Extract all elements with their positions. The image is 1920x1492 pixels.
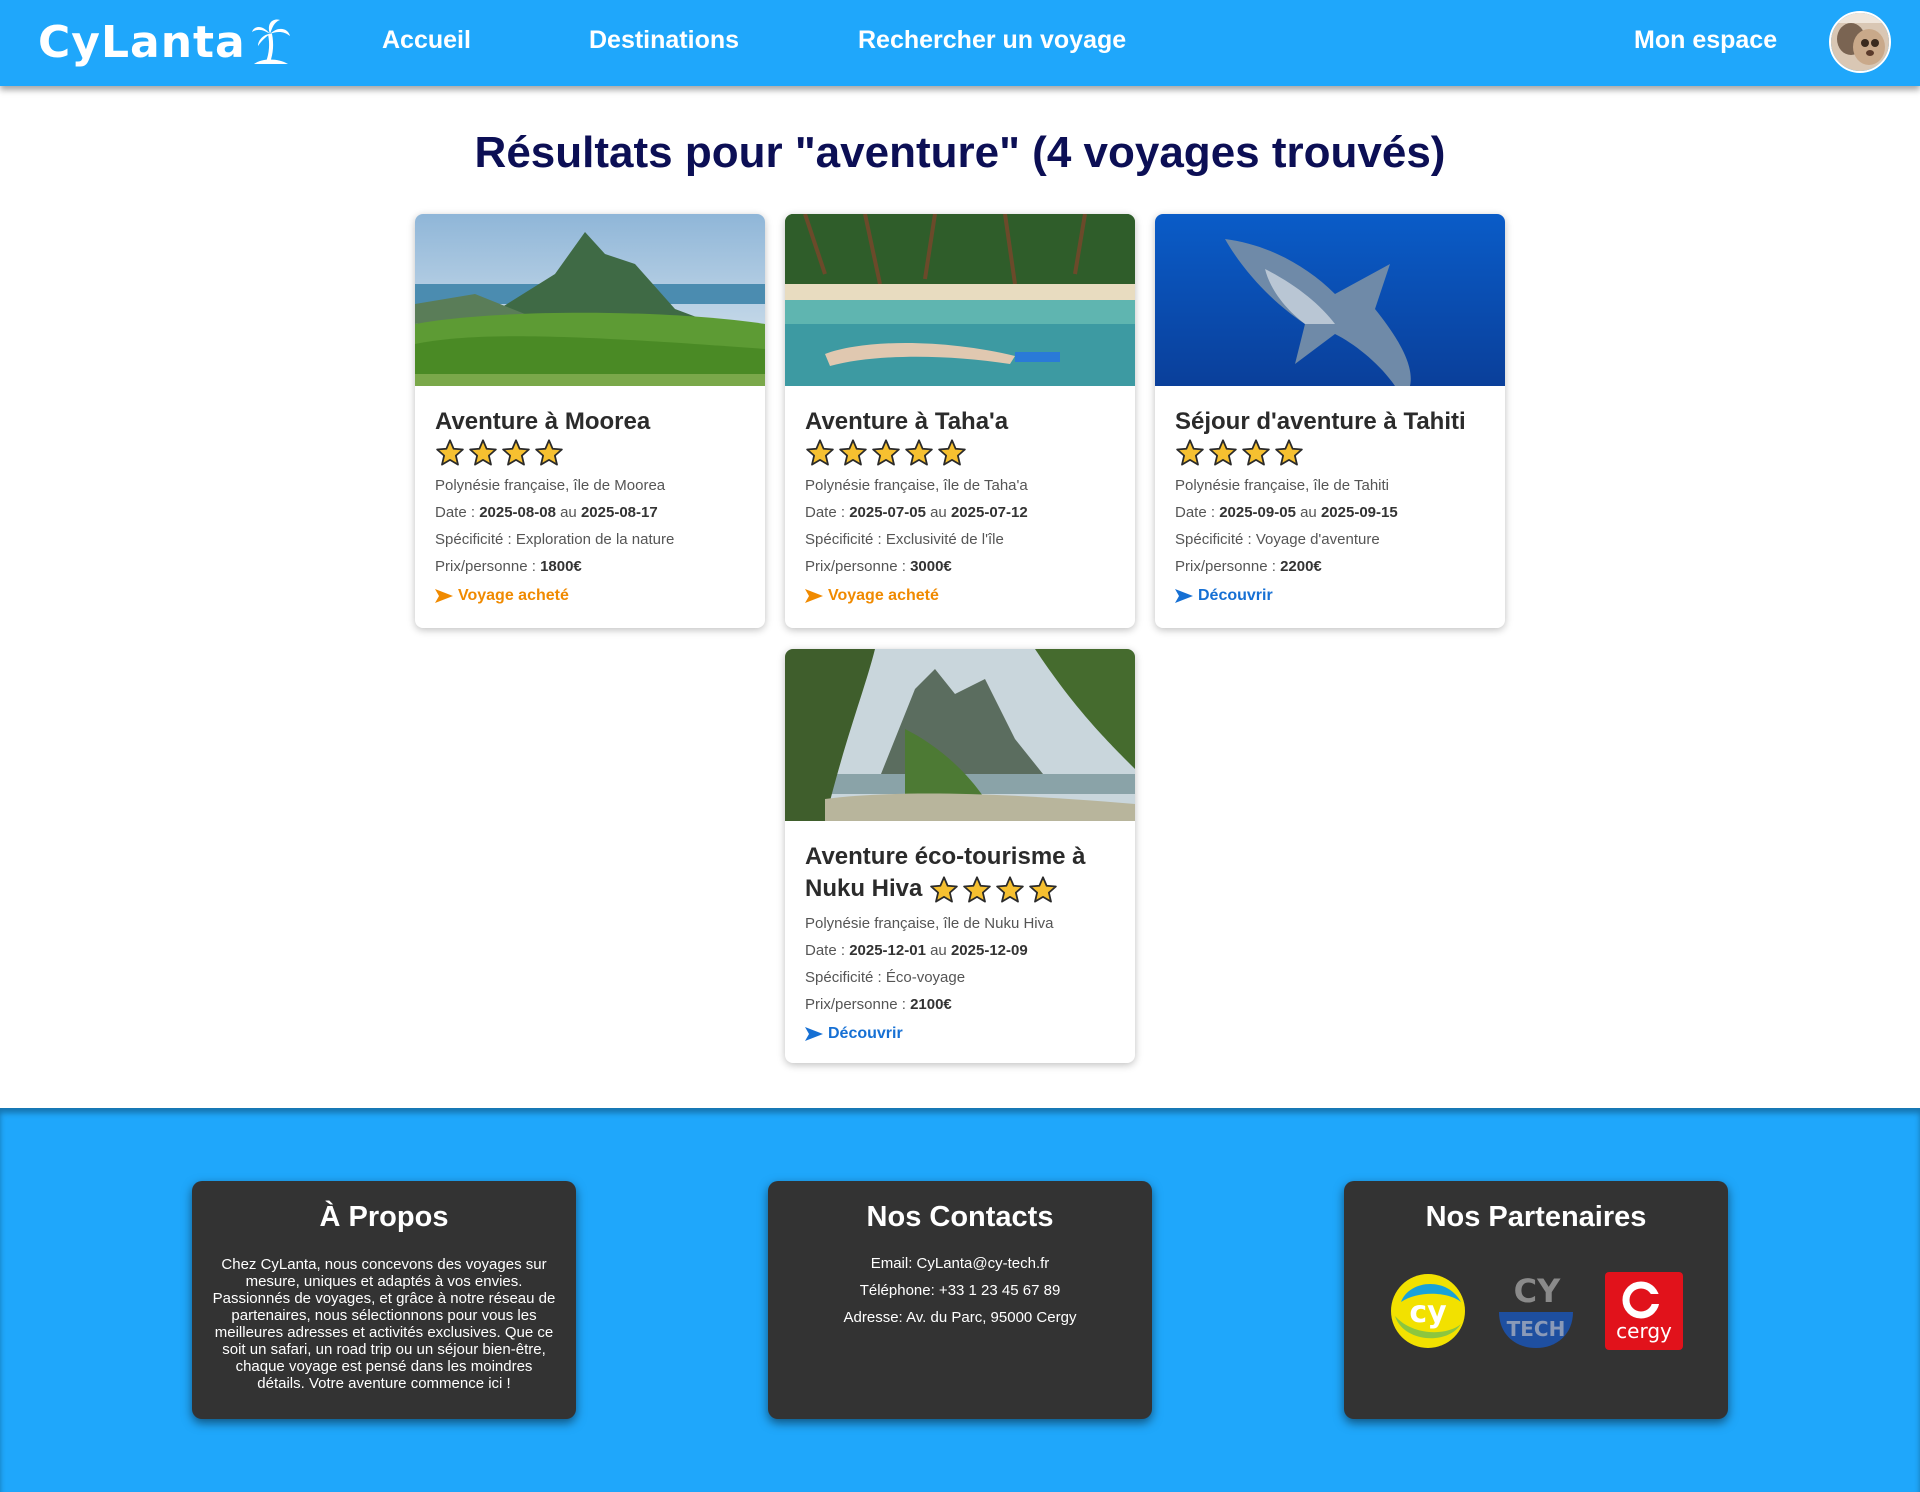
arrow-right-icon bbox=[805, 589, 823, 603]
partners-box: Nos Partenaires cy CY TECH cergy bbox=[1344, 1181, 1728, 1419]
star-icon bbox=[535, 439, 563, 466]
nav-account[interactable]: Mon espace bbox=[1634, 26, 1777, 55]
trip-image bbox=[785, 214, 1135, 386]
trip-card-tahaa[interactable]: Aventure à Taha'a Polynésie française, î… bbox=[785, 214, 1135, 628]
trip-purchased-link[interactable]: Voyage acheté bbox=[805, 580, 939, 612]
contacts-box: Nos Contacts Email: CyLanta@cy-tech.fr T… bbox=[768, 1181, 1152, 1419]
trip-price: Prix/personne : 2200€ bbox=[1175, 558, 1322, 575]
page-title: Résultats pour "aventure" (4 voyages tro… bbox=[474, 128, 1446, 177]
star-icon bbox=[469, 439, 497, 466]
rating-stars bbox=[805, 438, 970, 468]
palm-tree-icon bbox=[251, 19, 290, 64]
trip-title: Aventure à Taha'a bbox=[805, 408, 1009, 435]
rating-stars bbox=[929, 874, 1061, 906]
star-icon bbox=[839, 439, 867, 466]
trip-dates: Date : 2025-08-08 au 2025-08-17 bbox=[435, 504, 658, 521]
arrow-right-icon bbox=[1175, 589, 1193, 603]
svg-text:cergy: cergy bbox=[1616, 1319, 1672, 1343]
rating-stars bbox=[435, 438, 567, 468]
star-icon bbox=[1275, 439, 1303, 466]
trip-card-tahiti[interactable]: Séjour d'aventure à Tahiti Polynésie fra… bbox=[1155, 214, 1505, 628]
trip-price: Prix/personne : 3000€ bbox=[805, 558, 952, 575]
nav-home[interactable]: Accueil bbox=[382, 26, 471, 55]
star-icon bbox=[436, 439, 464, 466]
arrow-right-icon bbox=[805, 1026, 823, 1041]
about-box: À Propos Chez CyLanta, nous concevons de… bbox=[192, 1181, 576, 1419]
star-icon bbox=[1209, 439, 1237, 466]
user-avatar[interactable] bbox=[1829, 11, 1891, 73]
top-navbar: CyLanta Accueil Destinations Rechercher … bbox=[0, 0, 1920, 86]
partner-logo-cergy[interactable]: cergy bbox=[1605, 1272, 1683, 1350]
svg-text:TECH: TECH bbox=[1507, 1317, 1566, 1341]
cylanta-logo[interactable]: CyLanta bbox=[38, 14, 290, 70]
trip-title: Séjour d'aventure à Tahiti bbox=[1175, 408, 1466, 435]
partner-logo-cy[interactable]: cy bbox=[1389, 1272, 1467, 1350]
avatar-image bbox=[1831, 13, 1889, 71]
star-icon bbox=[1242, 439, 1270, 466]
contact-email[interactable]: Email: CyLanta@cy-tech.fr bbox=[768, 1250, 1152, 1277]
star-icon bbox=[872, 439, 900, 466]
trip-dates: Date : 2025-09-05 au 2025-09-15 bbox=[1175, 504, 1398, 521]
star-icon bbox=[930, 876, 958, 903]
star-icon bbox=[1029, 876, 1057, 903]
trip-specificity: Spécificité : Exploration de la nature bbox=[435, 531, 675, 548]
trip-location: Polynésie française, île de Taha'a bbox=[805, 477, 1028, 494]
about-text: Chez CyLanta, nous concevons des voyages… bbox=[212, 1256, 556, 1392]
trip-image bbox=[415, 214, 765, 386]
trip-discover-link[interactable]: Découvrir bbox=[805, 1018, 903, 1050]
trip-price: Prix/personne : 1800€ bbox=[435, 558, 582, 575]
trip-discover-link[interactable]: Découvrir bbox=[1175, 580, 1273, 612]
svg-text:CY: CY bbox=[1514, 1272, 1561, 1310]
trip-purchased-link[interactable]: Voyage acheté bbox=[435, 580, 569, 612]
contacts-title: Nos Contacts bbox=[866, 1201, 1054, 1233]
contact-address: Adresse: Av. du Parc, 95000 Cergy bbox=[843, 1309, 1077, 1326]
star-icon bbox=[905, 439, 933, 466]
star-icon bbox=[502, 439, 530, 466]
star-icon bbox=[938, 439, 966, 466]
trip-image bbox=[1155, 214, 1505, 386]
logo-text: CyLanta bbox=[38, 16, 246, 68]
nav-destinations[interactable]: Destinations bbox=[589, 26, 739, 55]
trip-card-nuku-hiva[interactable]: Aventure éco-tourisme à Nuku Hiva Polyné… bbox=[785, 649, 1135, 1063]
svg-text:cy: cy bbox=[1409, 1295, 1447, 1330]
about-title: À Propos bbox=[319, 1201, 449, 1233]
arrow-right-icon bbox=[435, 589, 453, 603]
trip-card-moorea[interactable]: Aventure à Moorea Polynésie française, î… bbox=[415, 214, 765, 628]
star-icon bbox=[996, 876, 1024, 903]
trip-specificity: Spécificité : Exclusivité de l'île bbox=[805, 531, 1004, 548]
trip-image bbox=[785, 649, 1135, 821]
nav-search[interactable]: Rechercher un voyage bbox=[858, 26, 1126, 55]
trip-dates: Date : 2025-12-01 au 2025-12-09 bbox=[805, 941, 1028, 959]
trip-specificity: Spécificité : Voyage d'aventure bbox=[1175, 531, 1380, 548]
trip-dates: Date : 2025-07-05 au 2025-07-12 bbox=[805, 504, 1028, 521]
trip-price: Prix/personne : 2100€ bbox=[805, 995, 952, 1013]
trip-location: Polynésie française, île de Nuku Hiva bbox=[805, 914, 1054, 932]
star-icon bbox=[1176, 439, 1204, 466]
partner-logo-cy-tech[interactable]: CY TECH bbox=[1497, 1272, 1575, 1350]
trip-title: Aventure à Moorea bbox=[435, 408, 651, 435]
trip-location: Polynésie française, île de Moorea bbox=[435, 477, 666, 494]
footer: À Propos Chez CyLanta, nous concevons de… bbox=[0, 1108, 1920, 1492]
star-icon bbox=[963, 876, 991, 903]
star-icon bbox=[806, 439, 834, 466]
partners-title: Nos Partenaires bbox=[1425, 1201, 1647, 1233]
trip-location: Polynésie française, île de Tahiti bbox=[1175, 477, 1390, 494]
contact-phone: Téléphone: +33 1 23 45 67 89 bbox=[859, 1282, 1061, 1299]
trip-specificity: Spécificité : Éco-voyage bbox=[805, 968, 966, 986]
rating-stars bbox=[1175, 438, 1307, 468]
